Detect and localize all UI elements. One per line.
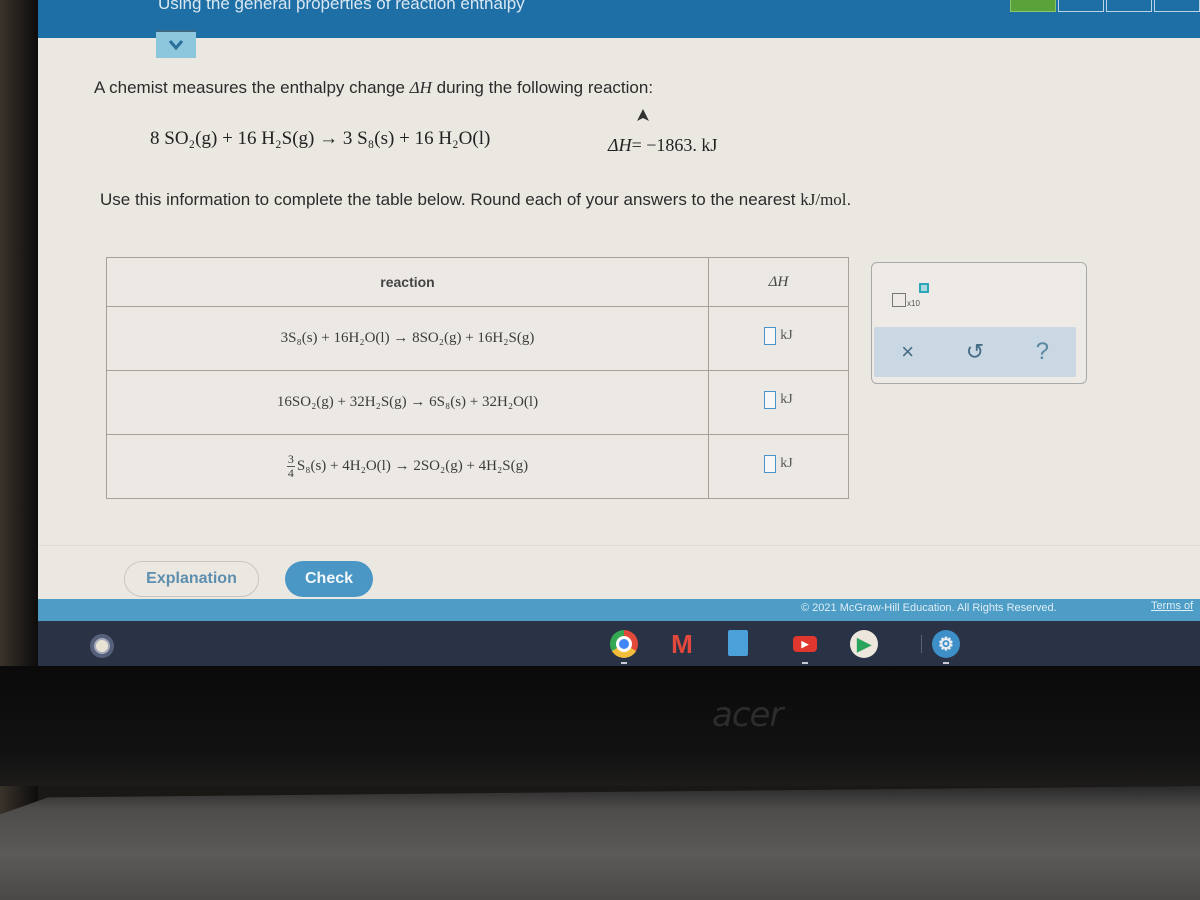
instructions: Use this information to complete the tab…: [100, 190, 852, 209]
delta-h-symbol: ΔH: [409, 78, 432, 97]
running-indicator: [621, 662, 627, 664]
given-reactants: 8 SO₂(g) + 16 H₂S(g): [150, 128, 315, 149]
progress-indicator: [1010, 0, 1200, 12]
scientific-notation-button[interactable]: x10: [892, 281, 940, 309]
assignment-title: Using the general properties of reaction…: [158, 0, 525, 13]
clear-icon[interactable]: ×: [891, 339, 925, 365]
running-indicator: [943, 662, 949, 664]
settings-icon[interactable]: ⚙: [932, 630, 960, 658]
chrome-icon[interactable]: [610, 630, 638, 658]
footer: © 2021 McGraw-Hill Education. All Rights…: [38, 599, 1200, 621]
docs-icon[interactable]: [728, 630, 748, 656]
gmail-icon[interactable]: M: [668, 629, 696, 659]
copyright-text: © 2021 McGraw-Hill Education. All Rights…: [801, 602, 1057, 614]
chevron-down-icon: [168, 40, 184, 51]
divider: [38, 545, 1200, 546]
table-row: 16SO₂(g) + 32H₂S(g) → 6S₈(s) + 32H₂O(l) …: [106, 370, 849, 436]
unit-label: kJ: [780, 328, 793, 344]
table-header-row: reaction ΔH: [106, 256, 849, 308]
base-box-icon: [892, 293, 906, 307]
enthalpy-table: reaction ΔH 3S₈(s) + 16H₂O(l) → 8SO₂(g) …: [106, 256, 849, 499]
palette-actions: × ↺ ?: [874, 327, 1076, 377]
running-indicator: [802, 662, 808, 664]
reaction-cell: 3S₈(s) + 16H₂O(l) → 8SO₂(g) + 16H₂S(g): [106, 306, 709, 372]
mouse-cursor-icon: [637, 109, 649, 121]
progress-segment: [1154, 0, 1200, 12]
column-header-reaction: reaction: [106, 256, 709, 308]
delta-h-input[interactable]: [764, 391, 777, 410]
assignment-header: Using the general properties of reaction…: [38, 0, 1200, 38]
delta-h-input[interactable]: [764, 327, 777, 346]
given-reaction: 8 SO₂(g) + 16 H₂S(g) → 3 S₈(s) + 16 H₂O(…: [150, 128, 490, 150]
laptop-hinge: [0, 786, 1200, 900]
table-row: 3 4 S₈(s) + 4H₂O(l) → 2SO₂(g) + 4H₂S(g) …: [106, 434, 849, 499]
undo-icon[interactable]: ↺: [958, 339, 992, 365]
progress-segment: [1010, 0, 1056, 12]
column-header-delta-h: ΔH: [708, 256, 849, 308]
play-store-icon[interactable]: ▶: [850, 630, 878, 658]
question-prompt: A chemist measures the enthalpy change Δ…: [94, 78, 654, 97]
fraction-coefficient: 3 4: [286, 452, 295, 481]
exponent-box-icon: [919, 283, 929, 293]
help-icon[interactable]: ?: [1025, 338, 1059, 366]
shelf-separator: [921, 635, 922, 653]
reaction-cell: 3 4 S₈(s) + 4H₂O(l) → 2SO₂(g) + 4H₂S(g): [106, 434, 709, 499]
table-row: 3S₈(s) + 16H₂O(l) → 8SO₂(g) + 16H₂S(g) k…: [106, 306, 849, 372]
unit-label: kJ: [780, 392, 793, 408]
terms-link[interactable]: Terms of: [1151, 600, 1193, 612]
delta-h-input[interactable]: [764, 455, 777, 474]
brand-logo: acer: [712, 695, 783, 735]
given-enthalpy: ΔH= −1863. kJ: [608, 135, 718, 155]
os-shelf: M ▶ ▶ ⚙: [38, 621, 1200, 666]
laptop-bezel: [0, 666, 1200, 786]
check-button[interactable]: Check: [285, 561, 373, 597]
screen: Using the general properties of reaction…: [38, 0, 1200, 666]
given-products: 3 S₈(s) + 16 H₂O(l): [342, 128, 491, 149]
youtube-icon[interactable]: ▶: [793, 636, 817, 652]
collapse-toggle-button[interactable]: [156, 30, 196, 58]
unit-label: kJ: [780, 456, 793, 472]
math-tool-palette: x10 × ↺ ?: [871, 262, 1087, 384]
explanation-button[interactable]: Explanation: [124, 561, 259, 597]
reaction-cell: 16SO₂(g) + 32H₂S(g) → 6S₈(s) + 32H₂O(l): [106, 370, 709, 436]
progress-segment: [1058, 0, 1104, 12]
reaction-arrow: →: [319, 128, 339, 149]
progress-segment: [1106, 0, 1152, 12]
launcher-button[interactable]: [90, 634, 114, 658]
